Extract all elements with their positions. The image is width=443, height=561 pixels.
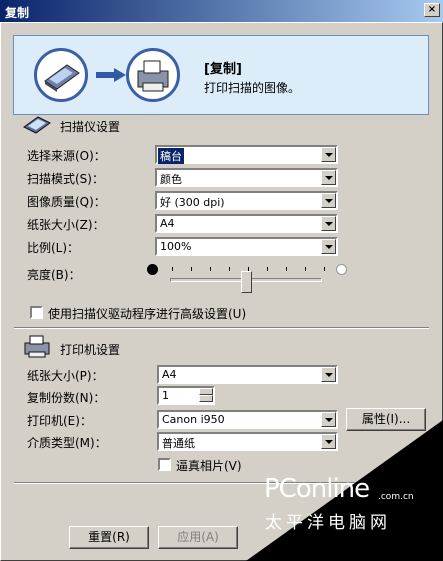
banner-title: [复制] — [204, 62, 242, 77]
banner-subtitle: 打印扫描的图像。 — [204, 81, 301, 95]
printer-value: Canon i950 — [162, 413, 225, 426]
watermark-logo: PConline — [264, 474, 370, 504]
chevron-down-icon[interactable] — [321, 434, 336, 449]
scale-value: 100% — [160, 240, 192, 253]
copies-value: 1 — [162, 389, 169, 402]
photo-checkbox-label: 逼真相片(V) — [176, 459, 242, 473]
slider-tick — [267, 267, 268, 271]
slider-tick — [172, 267, 173, 271]
brightness-label: 亮度(B)： — [27, 268, 81, 282]
slider-tick — [229, 267, 230, 271]
watermark-domain: .com.cn — [378, 492, 414, 502]
scan-paper-size-select[interactable]: A4 — [155, 214, 338, 233]
scale-select[interactable]: 100% — [155, 237, 338, 256]
printer-settings-heading: 打印机设置 — [60, 343, 121, 357]
light-icon — [336, 264, 347, 275]
print-paper-size-label: 纸张大小(P)： — [27, 369, 104, 383]
slider-tick — [210, 267, 211, 271]
scanner-icon — [23, 116, 51, 134]
scan-paper-size-value: A4 — [160, 217, 175, 230]
banner: [复制] 打印扫描的图像。 — [13, 35, 429, 115]
printer-label: 打印机(E)： — [27, 414, 92, 428]
chevron-down-icon[interactable] — [321, 239, 336, 254]
printer-icon — [24, 335, 50, 358]
print-paper-size-value: A4 — [162, 368, 177, 381]
source-value: 稿台 — [158, 148, 184, 164]
media-type-value: 普通纸 — [162, 437, 195, 450]
advanced-checkbox-label: 使用扫描仪驱动程序进行高级设置(U) — [48, 307, 247, 321]
photo-checkbox[interactable] — [158, 458, 171, 471]
scan-mode-label: 扫描模式(S)： — [27, 172, 104, 186]
dark-icon — [147, 264, 158, 275]
print-paper-size-select[interactable]: A4 — [157, 365, 338, 384]
scanner-settings-heading: 扫描仪设置 — [60, 120, 121, 134]
scan-paper-size-label: 纸张大小(Z)： — [27, 218, 105, 232]
image-quality-label: 图像质量(Q)： — [27, 195, 106, 209]
reset-button[interactable]: 重置(R) — [69, 526, 149, 549]
arrow-right-icon — [96, 68, 126, 82]
scan-mode-select[interactable]: 颜色 — [155, 168, 338, 187]
advanced-checkbox[interactable] — [30, 306, 43, 319]
chevron-down-icon[interactable] — [321, 170, 336, 185]
media-type-select[interactable]: 普通纸 — [157, 432, 338, 451]
media-type-label: 介质类型(M)： — [27, 436, 107, 450]
brightness-thumb[interactable] — [241, 271, 252, 293]
stepper-up-button[interactable] — [199, 388, 213, 395]
printer-icon — [126, 48, 180, 102]
watermark-tagline: 太平洋电脑网 — [265, 513, 391, 533]
chevron-down-icon[interactable] — [321, 147, 336, 162]
copies-label: 复制份数(N)： — [27, 391, 106, 405]
title-bar: 复制 × — [0, 0, 443, 22]
window-title: 复制 — [5, 6, 30, 20]
image-quality-value: 好 (300 dpi) — [160, 196, 225, 209]
close-icon: × — [427, 4, 437, 15]
printer-select[interactable]: Canon i950 — [157, 410, 338, 429]
chevron-down-icon[interactable] — [321, 193, 336, 208]
slider-tick — [324, 267, 325, 271]
scale-label: 比例(L)： — [27, 241, 80, 255]
properties-button[interactable]: 属性(I)... — [346, 408, 426, 431]
divider — [14, 327, 429, 329]
apply-button[interactable]: 应用(A) — [158, 526, 238, 549]
scanner-icon — [34, 48, 88, 102]
source-label: 选择来源(O)： — [27, 149, 106, 163]
chevron-down-icon[interactable] — [321, 412, 336, 427]
scan-mode-value: 颜色 — [160, 173, 182, 186]
slider-tick — [286, 267, 287, 271]
slider-tick — [305, 267, 306, 271]
image-quality-select[interactable]: 好 (300 dpi) — [155, 191, 338, 210]
chevron-down-icon[interactable] — [321, 367, 336, 382]
stepper-down-button[interactable] — [199, 395, 213, 402]
copies-stepper[interactable]: 1 — [157, 386, 215, 405]
slider-tick — [191, 267, 192, 271]
chevron-down-icon[interactable] — [321, 216, 336, 231]
close-button[interactable]: × — [424, 3, 440, 17]
source-select[interactable]: 稿台 — [155, 145, 338, 164]
